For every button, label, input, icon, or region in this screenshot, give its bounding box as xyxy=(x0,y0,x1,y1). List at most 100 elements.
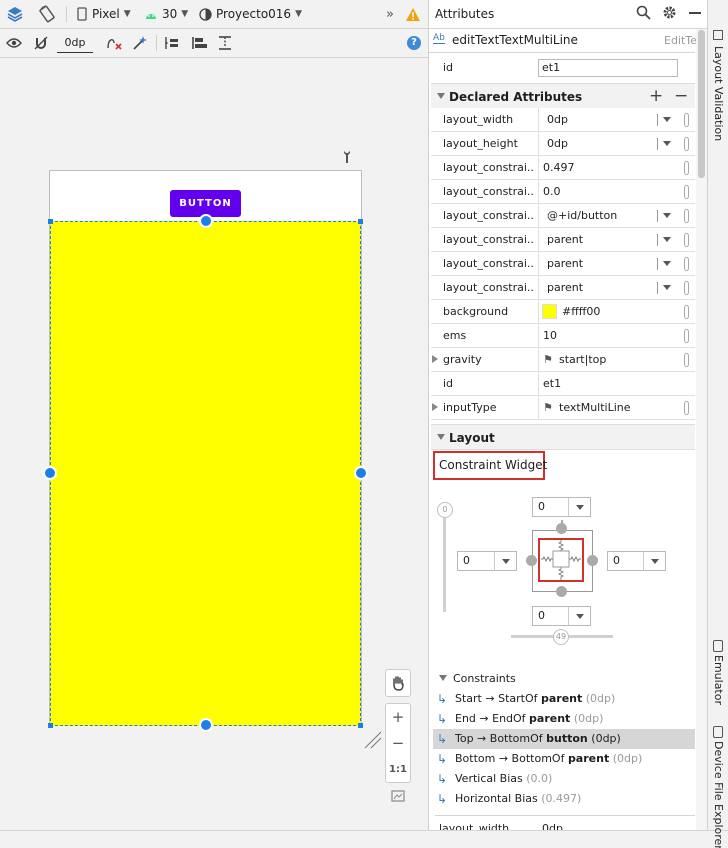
right-margin-spinner[interactable]: 0 xyxy=(607,551,666,571)
vertical-bias-slider[interactable] xyxy=(443,510,446,612)
multiline-edittext[interactable] xyxy=(50,221,361,726)
declared-attributes-header[interactable]: Declared Attributes + − xyxy=(431,83,695,109)
emulator-icon[interactable] xyxy=(713,640,723,652)
collapse-icon[interactable] xyxy=(439,675,447,681)
attr-value[interactable]: @+id/button xyxy=(547,204,617,228)
layout-validation-icon[interactable] xyxy=(713,30,723,40)
infer-constraints-icon[interactable] xyxy=(132,29,148,57)
constraint-item[interactable]: ↳ Start → StartOf parent (0dp) xyxy=(433,689,695,709)
scrollbar-thumb[interactable] xyxy=(698,30,705,178)
vertical-bias-thumb[interactable]: 0 xyxy=(437,502,453,518)
dropdown-arrow-icon[interactable] xyxy=(663,261,671,266)
guidelines-icon[interactable] xyxy=(218,29,232,57)
attr-row[interactable]: layout_constrai... @+id/button xyxy=(431,204,695,228)
end-constraint-handle[interactable] xyxy=(354,466,368,480)
attr-value[interactable]: textMultiLine xyxy=(559,396,631,420)
dropdown-arrow-icon[interactable] xyxy=(663,117,671,122)
constraint-item[interactable]: ↳ Horizontal Bias (0.497) xyxy=(433,789,695,809)
minimize-icon[interactable] xyxy=(689,12,701,14)
add-attribute-button[interactable]: + xyxy=(649,86,663,106)
dropdown-arrow-icon[interactable] xyxy=(663,285,671,290)
default-margin-selector[interactable]: 0dp xyxy=(57,33,93,53)
attr-row[interactable]: id et1 xyxy=(431,372,695,396)
resize-handle[interactable] xyxy=(358,723,363,728)
device-file-explorer-icon[interactable] xyxy=(713,726,723,738)
start-constraint-handle[interactable] xyxy=(43,466,57,480)
attr-value[interactable]: parent xyxy=(547,228,583,252)
right-constraint-dot[interactable] xyxy=(587,555,598,566)
attr-value[interactable]: 0.0 xyxy=(543,180,561,204)
bottom-margin-spinner[interactable]: 0 xyxy=(532,606,591,626)
device-selector[interactable]: Pixel ▼ xyxy=(76,0,131,28)
overflow-button[interactable]: » xyxy=(386,0,394,28)
help-icon[interactable]: ? xyxy=(407,29,421,57)
emulator-tab[interactable]: Emulator xyxy=(712,655,725,705)
zoom-to-fit-icon[interactable] xyxy=(385,786,411,806)
resize-handle[interactable] xyxy=(48,723,53,728)
dropdown-arrow-icon[interactable] xyxy=(663,237,671,242)
search-icon[interactable] xyxy=(636,5,651,23)
zoom-out-button[interactable]: − xyxy=(385,731,411,755)
attr-row[interactable]: inputType ⚑ textMultiLine xyxy=(431,396,695,420)
constraint-item[interactable]: ↳ End → EndOf parent (0dp) xyxy=(433,709,695,729)
top-margin-spinner[interactable]: 0 xyxy=(532,497,591,517)
layout-section-header[interactable]: Layout xyxy=(431,424,695,450)
clear-constraints-icon[interactable] xyxy=(106,29,122,57)
attr-value[interactable]: 0dp xyxy=(547,132,568,156)
wrench-icon[interactable] xyxy=(340,148,354,164)
pan-button[interactable] xyxy=(385,669,411,697)
top-constraint-dot[interactable] xyxy=(556,523,567,534)
expand-icon[interactable] xyxy=(432,355,438,363)
resize-handle[interactable] xyxy=(48,219,53,224)
attr-value[interactable]: #ffff00 xyxy=(562,300,600,324)
attr-row[interactable]: gravity ⚑ start|top xyxy=(431,348,695,372)
remove-attribute-button[interactable]: − xyxy=(674,86,688,106)
layers-icon[interactable] xyxy=(6,0,24,28)
id-field[interactable]: et1 xyxy=(538,59,678,77)
dropdown-arrow-icon[interactable] xyxy=(663,213,671,218)
color-swatch[interactable] xyxy=(542,304,557,319)
zoom-reset-button[interactable]: 1:1 xyxy=(385,757,411,781)
attr-row[interactable]: layout_width 0dp xyxy=(431,108,695,132)
api-selector[interactable]: 30 ▼ xyxy=(144,0,188,28)
eye-icon[interactable] xyxy=(6,29,22,57)
horizontal-bias-thumb[interactable]: 49 xyxy=(553,629,569,645)
zoom-in-button[interactable]: + xyxy=(385,705,411,729)
attr-value[interactable]: 0.497 xyxy=(543,156,575,180)
attr-row[interactable]: layout_constrai... parent xyxy=(431,276,695,300)
attr-value[interactable]: parent xyxy=(547,252,583,276)
attr-value[interactable]: 0dp xyxy=(542,822,563,830)
resize-grip-icon[interactable] xyxy=(363,730,383,750)
top-constraint-handle[interactable] xyxy=(199,214,213,228)
dropdown-arrow-icon[interactable] xyxy=(663,141,671,146)
button-widget[interactable]: BUTTON xyxy=(170,190,241,217)
left-constraint-dot[interactable] xyxy=(526,555,537,566)
attr-row[interactable]: layout_constrai... parent xyxy=(431,252,695,276)
attr-row[interactable]: layout_height 0dp xyxy=(431,132,695,156)
theme-selector[interactable]: Proyecto016 ▼ xyxy=(199,0,302,28)
attr-row[interactable]: background #ffff00 xyxy=(431,300,695,324)
orientation-icon[interactable] xyxy=(38,0,56,28)
attr-value[interactable]: parent xyxy=(547,276,583,300)
bottom-constraint-handle[interactable] xyxy=(199,718,213,732)
attr-row[interactable]: ems 10 xyxy=(431,324,695,348)
constraint-item[interactable]: ↳ Bottom → BottomOf parent (0dp) xyxy=(433,749,695,769)
bottom-constraint-dot[interactable] xyxy=(556,586,567,597)
align-icon[interactable] xyxy=(191,29,209,57)
device-file-explorer-tab[interactable]: Device File Explorer xyxy=(712,741,725,848)
attr-value[interactable]: et1 xyxy=(543,372,561,396)
attr-row-partial[interactable]: layout_width 0dp xyxy=(431,820,695,830)
attr-row[interactable]: layout_constrai... 0.0 xyxy=(431,180,695,204)
layout-validation-tab[interactable]: Layout Validation xyxy=(712,46,725,141)
constraint-item[interactable]: ↳ Vertical Bias (0.0) xyxy=(433,769,695,789)
resize-handle[interactable] xyxy=(358,219,363,224)
attr-row[interactable]: layout_constrai... parent xyxy=(431,228,695,252)
left-margin-spinner[interactable]: 0 xyxy=(457,551,517,571)
attr-value[interactable]: 0dp xyxy=(547,108,568,132)
warning-icon[interactable] xyxy=(405,0,421,28)
attr-value[interactable]: 10 xyxy=(543,324,557,348)
attr-row[interactable]: layout_constrai... 0.497 xyxy=(431,156,695,180)
expand-icon[interactable] xyxy=(432,403,438,411)
pack-icon[interactable] xyxy=(164,29,180,57)
magnet-icon[interactable] xyxy=(34,29,48,57)
